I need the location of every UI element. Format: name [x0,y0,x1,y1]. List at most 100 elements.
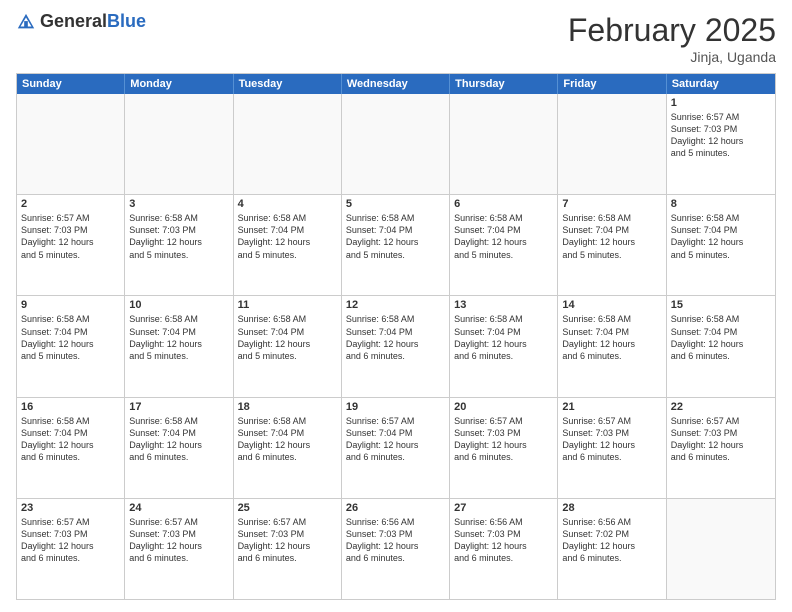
cell-info: Sunrise: 6:57 AM Sunset: 7:03 PM Dayligh… [238,516,337,565]
cell-info: Sunrise: 6:57 AM Sunset: 7:04 PM Dayligh… [346,415,445,464]
cell-info: Sunrise: 6:58 AM Sunset: 7:04 PM Dayligh… [454,212,553,261]
calendar-cell: 3 Sunrise: 6:58 AM Sunset: 7:03 PM Daylig… [125,195,233,295]
calendar-cell: 8 Sunrise: 6:58 AM Sunset: 7:04 PM Daylig… [667,195,775,295]
cell-info: Sunrise: 6:58 AM Sunset: 7:04 PM Dayligh… [346,313,445,362]
day-number: 17 [129,401,228,413]
cell-info: Sunrise: 6:58 AM Sunset: 7:04 PM Dayligh… [562,212,661,261]
calendar-cell: 19Sunrise: 6:57 AM Sunset: 7:04 PM Dayli… [342,398,450,498]
header-day-monday: Monday [125,74,233,94]
calendar-cell: 18Sunrise: 6:58 AM Sunset: 7:04 PM Dayli… [234,398,342,498]
cell-info: Sunrise: 6:58 AM Sunset: 7:04 PM Dayligh… [238,313,337,362]
cell-info: Sunrise: 6:57 AM Sunset: 7:03 PM Dayligh… [454,415,553,464]
calendar-cell [450,94,558,194]
calendar-row-0: 1 Sunrise: 6:57 AM Sunset: 7:03 PM Daylig… [17,94,775,194]
calendar-cell: 20 Sunrise: 6:57 AM Sunset: 7:03 PM Dayli… [450,398,558,498]
calendar-cell [125,94,233,194]
cell-info: Sunrise: 6:58 AM Sunset: 7:04 PM Dayligh… [671,313,771,362]
day-number: 1 [671,97,771,109]
day-number: 21 [562,401,661,413]
day-number: 22 [671,401,771,413]
calendar-cell: 15 Sunrise: 6:58 AM Sunset: 7:04 PM Dayli… [667,296,775,396]
calendar-row-2: 9 Sunrise: 6:58 AM Sunset: 7:04 PM Daylig… [17,295,775,396]
day-number: 5 [346,198,445,210]
calendar-cell: 24 Sunrise: 6:57 AM Sunset: 7:03 PM Dayli… [125,499,233,599]
calendar-cell: 9Sunrise: 6:58 AM Sunset: 7:04 PM Daylig… [17,296,125,396]
calendar-cell [667,499,775,599]
day-number: 2 [21,198,120,210]
calendar-cell: 23Sunrise: 6:57 AM Sunset: 7:03 PM Dayli… [17,499,125,599]
day-number: 25 [238,502,337,514]
cell-info: Sunrise: 6:58 AM Sunset: 7:04 PM Dayligh… [129,313,228,362]
calendar-cell [342,94,450,194]
logo-icon [16,12,36,32]
day-number: 9 [21,299,120,311]
calendar-row-4: 23 Sunrise: 6:57 AM Sunset: 7:03 PM Dayli… [17,498,775,599]
calendar-cell [558,94,666,194]
day-number: 15 [671,299,771,311]
day-number: 4 [238,198,337,210]
calendar-header: SundayMondayTuesdayWednesdayThursdayFrid… [17,74,775,94]
calendar-cell: 1 Sunrise: 6:57 AM Sunset: 7:03 PM Daylig… [667,94,775,194]
day-number: 18 [238,401,337,413]
day-number: 8 [671,198,771,210]
calendar-row-1: 2 Sunrise: 6:57 AM Sunset: 7:03 PM Daylig… [17,194,775,295]
day-number: 28 [562,502,661,514]
cell-info: Sunrise: 6:58 AM Sunset: 7:04 PM Dayligh… [238,212,337,261]
cell-info: Sunrise: 6:58 AM Sunset: 7:03 PM Dayligh… [129,212,228,261]
calendar-cell: 6Sunrise: 6:58 AM Sunset: 7:04 PM Daylig… [450,195,558,295]
calendar-cell: 26 Sunrise: 6:56 AM Sunset: 7:03 PM Dayli… [342,499,450,599]
calendar-cell: 16 Sunrise: 6:58 AM Sunset: 7:04 PM Dayli… [17,398,125,498]
calendar-cell: 21Sunrise: 6:57 AM Sunset: 7:03 PM Dayli… [558,398,666,498]
day-number: 11 [238,299,337,311]
day-number: 26 [346,502,445,514]
header-day-wednesday: Wednesday [342,74,450,94]
calendar-cell: 11 Sunrise: 6:58 AM Sunset: 7:04 PM Dayli… [234,296,342,396]
cell-info: Sunrise: 6:57 AM Sunset: 7:03 PM Dayligh… [671,111,771,160]
cell-info: Sunrise: 6:56 AM Sunset: 7:02 PM Dayligh… [562,516,661,565]
logo-text: GeneralBlue [40,12,146,32]
day-number: 27 [454,502,553,514]
cell-info: Sunrise: 6:58 AM Sunset: 7:04 PM Dayligh… [21,415,120,464]
calendar-cell [234,94,342,194]
calendar-cell: 10 Sunrise: 6:58 AM Sunset: 7:04 PM Dayli… [125,296,233,396]
day-number: 10 [129,299,228,311]
cell-info: Sunrise: 6:56 AM Sunset: 7:03 PM Dayligh… [454,516,553,565]
header-day-friday: Friday [558,74,666,94]
month-title: February 2025 [568,12,776,49]
header-day-thursday: Thursday [450,74,558,94]
header: GeneralBlue February 2025 Jinja, Uganda [16,12,776,65]
calendar-cell: 12 Sunrise: 6:58 AM Sunset: 7:04 PM Dayli… [342,296,450,396]
calendar: SundayMondayTuesdayWednesdayThursdayFrid… [16,73,776,600]
calendar-cell [17,94,125,194]
day-number: 23 [21,502,120,514]
title-block: February 2025 Jinja, Uganda [568,12,776,65]
calendar-body: 1 Sunrise: 6:57 AM Sunset: 7:03 PM Daylig… [17,94,775,599]
calendar-cell: 22 Sunrise: 6:57 AM Sunset: 7:03 PM Dayli… [667,398,775,498]
calendar-cell: 14Sunrise: 6:58 AM Sunset: 7:04 PM Dayli… [558,296,666,396]
calendar-cell: 25 Sunrise: 6:57 AM Sunset: 7:03 PM Dayli… [234,499,342,599]
logo: GeneralBlue [16,12,146,32]
calendar-cell: 17Sunrise: 6:58 AM Sunset: 7:04 PM Dayli… [125,398,233,498]
calendar-cell: 4 Sunrise: 6:58 AM Sunset: 7:04 PM Daylig… [234,195,342,295]
cell-info: Sunrise: 6:57 AM Sunset: 7:03 PM Dayligh… [21,212,120,261]
day-number: 20 [454,401,553,413]
day-number: 13 [454,299,553,311]
day-number: 12 [346,299,445,311]
cell-info: Sunrise: 6:57 AM Sunset: 7:03 PM Dayligh… [671,415,771,464]
cell-info: Sunrise: 6:58 AM Sunset: 7:04 PM Dayligh… [454,313,553,362]
cell-info: Sunrise: 6:58 AM Sunset: 7:04 PM Dayligh… [671,212,771,261]
calendar-cell: 7 Sunrise: 6:58 AM Sunset: 7:04 PM Daylig… [558,195,666,295]
cell-info: Sunrise: 6:56 AM Sunset: 7:03 PM Dayligh… [346,516,445,565]
calendar-cell: 28 Sunrise: 6:56 AM Sunset: 7:02 PM Dayli… [558,499,666,599]
location: Jinja, Uganda [568,49,776,65]
calendar-cell: 27 Sunrise: 6:56 AM Sunset: 7:03 PM Dayli… [450,499,558,599]
day-number: 7 [562,198,661,210]
day-number: 16 [21,401,120,413]
header-day-sunday: Sunday [17,74,125,94]
cell-info: Sunrise: 6:57 AM Sunset: 7:03 PM Dayligh… [129,516,228,565]
day-number: 3 [129,198,228,210]
calendar-row-3: 16 Sunrise: 6:58 AM Sunset: 7:04 PM Dayli… [17,397,775,498]
header-day-saturday: Saturday [667,74,775,94]
day-number: 24 [129,502,228,514]
calendar-cell: 2 Sunrise: 6:57 AM Sunset: 7:03 PM Daylig… [17,195,125,295]
